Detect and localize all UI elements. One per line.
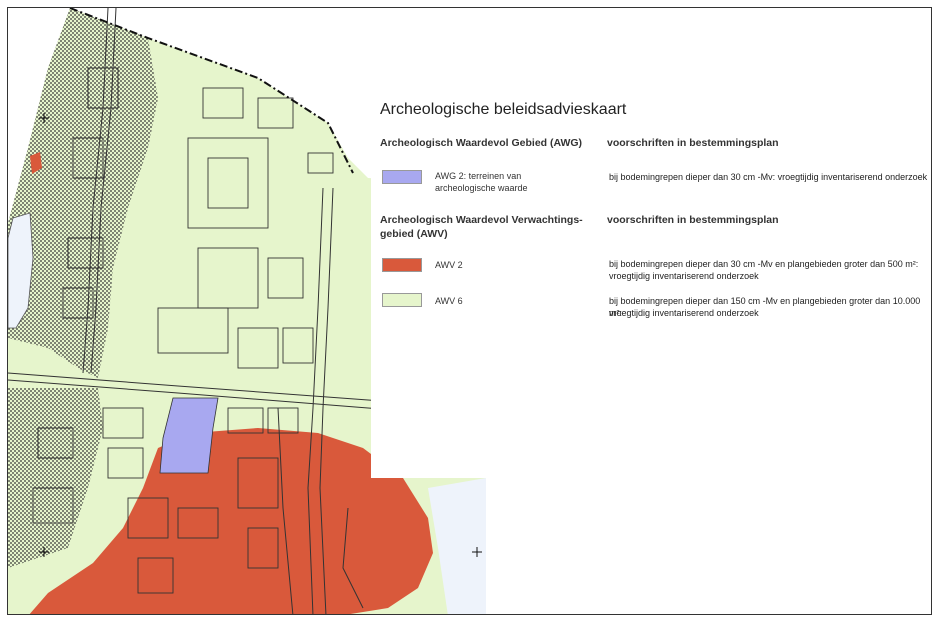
awv-column-heading: voorschriften in bestemmingsplan: [607, 214, 779, 226]
awg2-label-line1: AWG 2: terreinen van: [435, 171, 522, 181]
awg2-swatch: [382, 170, 422, 184]
awv6-label: AWV 6: [435, 296, 463, 306]
awg2-description: bij bodemingrepen dieper dan 30 cm -Mv: …: [609, 172, 928, 182]
legend-title: Archeologische beleidsadvieskaart: [380, 101, 627, 118]
awg2-label-line2: archeologische waarde: [435, 183, 528, 193]
map-legend: Archeologische beleidsadvieskaart Archeo…: [371, 8, 931, 478]
awv6-swatch: [382, 293, 422, 307]
awv2-description-line2: vroegtijdig inventariserend onderzoek: [609, 271, 759, 281]
awv6-description-line2: vroegtijdig inventariserend onderzoek: [609, 308, 759, 318]
awg-column-heading: voorschriften in bestemmingsplan: [607, 137, 779, 149]
awv2-swatch: [382, 258, 422, 272]
map-frame: Archeologische beleidsadvieskaart Archeo…: [7, 7, 932, 615]
awg-section-heading: Archeologisch Waardevol Gebied (AWG): [380, 137, 583, 149]
awv-section-heading-line2: gebied (AWV): [380, 228, 448, 240]
awv-section-heading-line1: Archeologisch Waardevol Verwachtings-: [380, 214, 583, 226]
awv2-label: AWV 2: [435, 260, 463, 270]
awv2-description-line1: bij bodemingrepen dieper dan 30 cm -Mv e…: [609, 259, 919, 269]
